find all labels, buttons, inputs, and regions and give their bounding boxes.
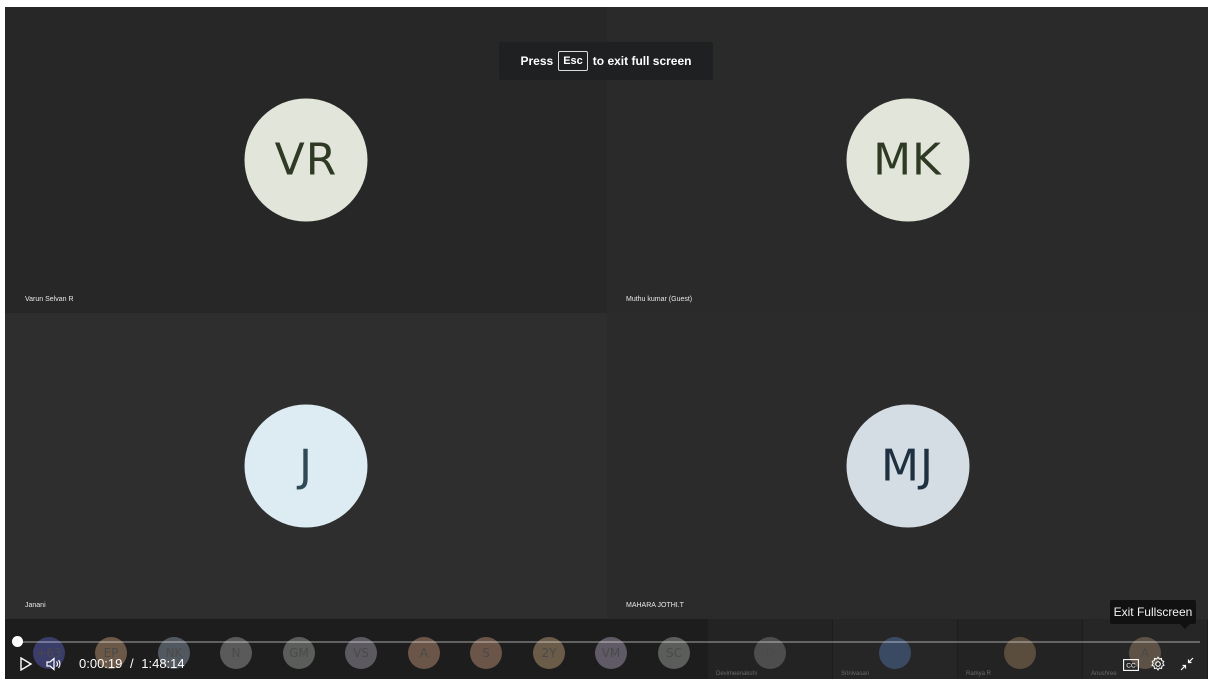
captions-button[interactable]: CC: [1122, 657, 1140, 673]
participant-tile: Ramya R: [958, 619, 1082, 679]
exit-fullscreen-tooltip: Exit Fullscreen: [1110, 600, 1196, 629]
exit-fullscreen-button[interactable]: [1178, 655, 1196, 673]
current-time: 0:00:19: [79, 656, 123, 671]
avatar: J: [244, 404, 368, 528]
play-button[interactable]: [17, 655, 35, 673]
video-tile: MJ MAHARA JOTHI.T: [607, 313, 1208, 619]
notice-suffix: to exit full screen: [592, 54, 692, 68]
participant-label: Srinivasan: [841, 671, 870, 677]
video-tile: J Janani: [5, 313, 607, 619]
participant-name: Janani: [25, 602, 46, 609]
avatar: MK: [846, 98, 969, 222]
participant-label: Anushree: [1091, 671, 1117, 677]
notice-prefix: Press: [520, 54, 554, 68]
gear-icon: [1151, 656, 1165, 671]
svg-text:CC: CC: [1126, 663, 1136, 670]
participant-name: Muthu kumar (Guest): [626, 296, 693, 303]
volume-icon: [46, 657, 61, 671]
seek-bar[interactable]: [11, 636, 1200, 647]
esc-key-hint: Esc: [558, 51, 588, 71]
play-icon: [20, 657, 33, 671]
exit-fullscreen-icon: [1180, 657, 1194, 671]
participant-name: Varun Selvan R: [25, 296, 74, 303]
seek-handle[interactable]: [11, 636, 23, 647]
volume-button[interactable]: [45, 655, 65, 673]
participant-name: MAHARA JOTHI.T: [626, 602, 684, 609]
time-display: 0:00:19 / 1:48:14: [79, 656, 185, 671]
fullscreen-notice: Press Esc to exit full screen: [499, 42, 713, 80]
avatar: MJ: [846, 404, 969, 528]
participant-label: Ramya R: [966, 671, 992, 677]
participant-tile: D Devimeenakshi: [708, 619, 832, 679]
captions-icon: CC: [1123, 659, 1139, 671]
avatar: VR: [244, 98, 368, 222]
settings-button[interactable]: [1149, 655, 1167, 673]
player-controls: +63 EP NK N GM VS A S 2Y VM SC D Devimeenakshi Sriniv…: [5, 619, 1208, 679]
participant-tile: Srinivasan: [833, 619, 957, 679]
duration: 1:48:14: [141, 656, 185, 671]
video-stage: VR Varun Selvan R MK Muthu kumar (Guest)…: [5, 7, 1208, 679]
time-separator: /: [130, 656, 134, 671]
participant-label: Devimeenakshi: [716, 671, 758, 677]
